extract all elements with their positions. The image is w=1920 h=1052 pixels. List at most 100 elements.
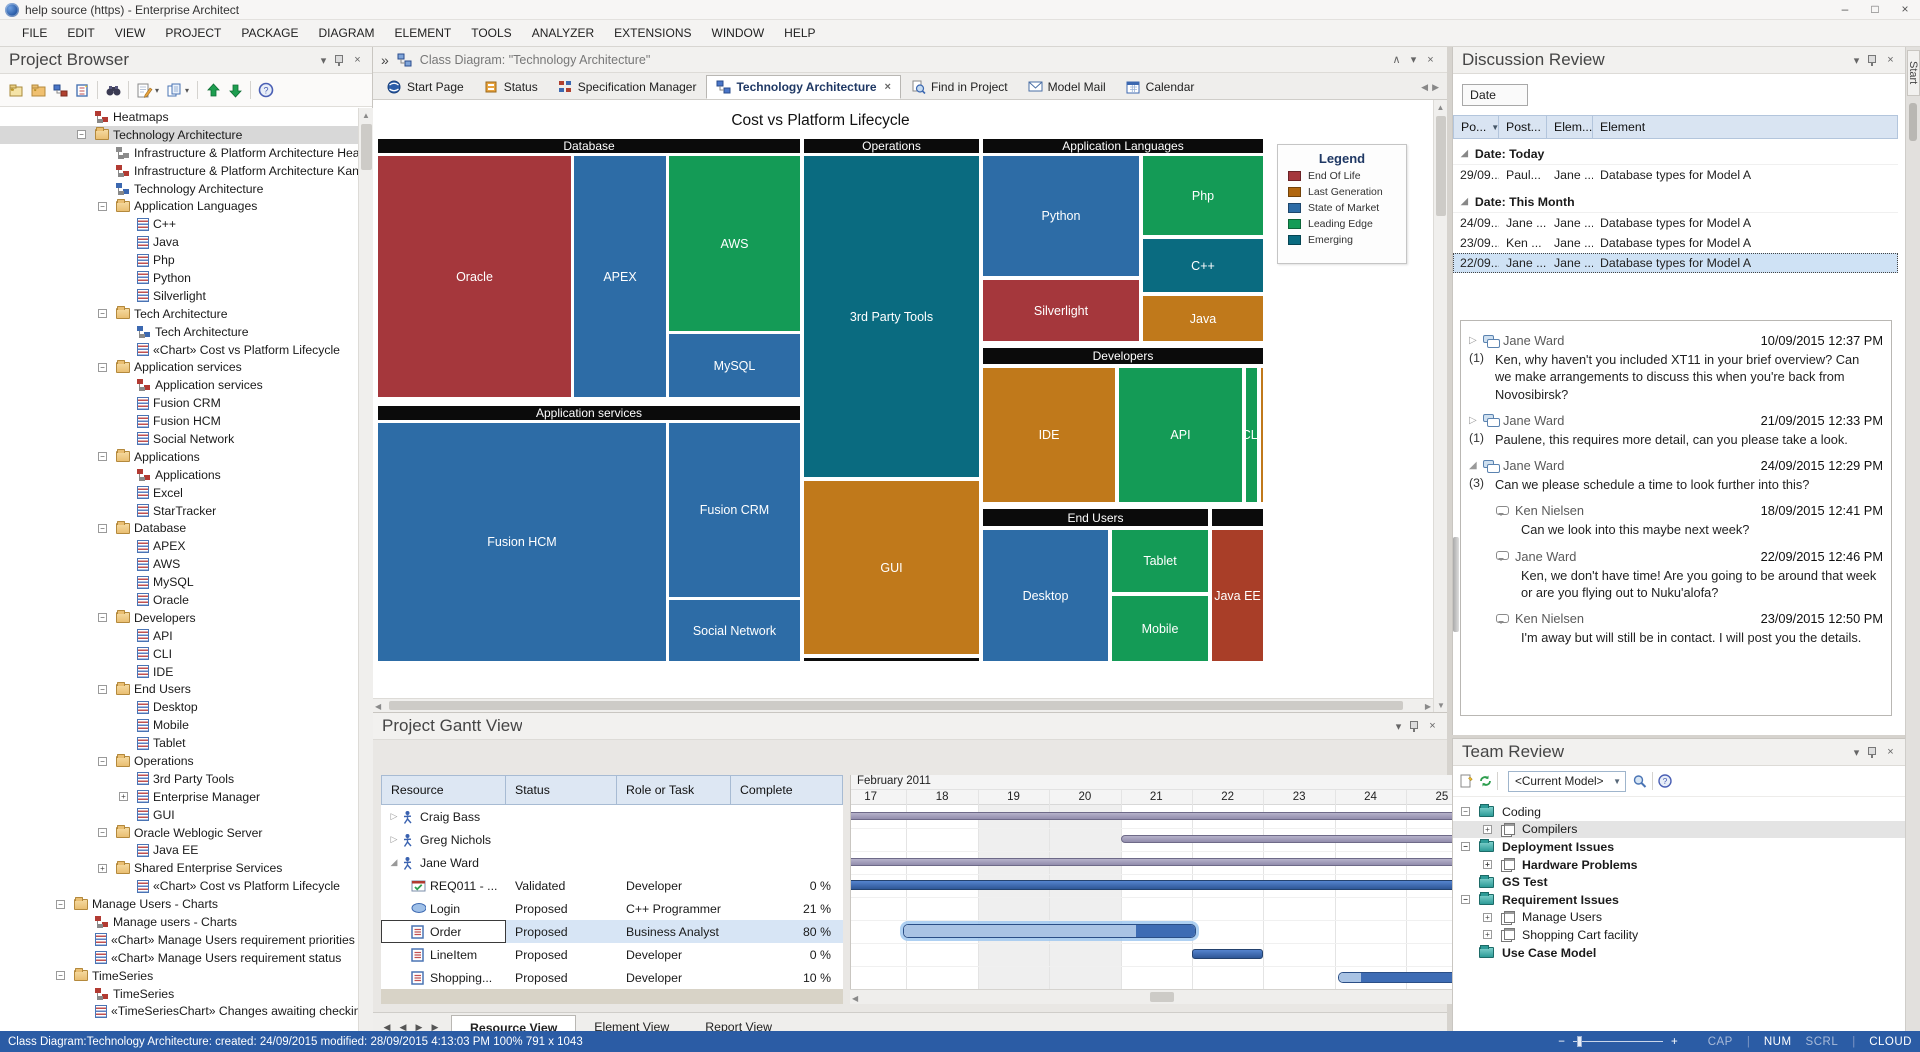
column-header-post[interactable]: Post...	[1499, 115, 1547, 139]
tree-item[interactable]: Social Network	[0, 430, 358, 448]
treemap-tile[interactable]: IDE	[982, 367, 1116, 503]
tree-item[interactable]: Infrastructure & Platform Architecture H…	[0, 144, 358, 162]
canvas-hscrollbar[interactable]: ◀ ▶	[373, 698, 1433, 712]
tree-item[interactable]: StarTracker	[0, 502, 358, 520]
tab-model-mail[interactable]: Model Mail	[1018, 75, 1116, 99]
cell-resource[interactable]: LineItem	[381, 943, 506, 966]
gantt-column-status[interactable]: Status	[506, 775, 617, 805]
menu-edit[interactable]: EDIT	[57, 21, 104, 45]
tree-item[interactable]: Fusion CRM	[0, 394, 358, 412]
gantt-bar-selected[interactable]	[903, 924, 1196, 938]
tree-item[interactable]: Tech Architecture	[0, 323, 358, 341]
tree-item[interactable]: Silverlight	[0, 287, 358, 305]
expander-minus-icon[interactable]: −	[98, 757, 116, 766]
chevron-down-icon[interactable]: ▾	[185, 86, 193, 95]
discussion-message[interactable]: Jane Ward22/09/2015 12:46 PMKen, we don'…	[1495, 549, 1883, 602]
maximize-button[interactable]: □	[1860, 0, 1890, 19]
binoculars-button[interactable]	[103, 80, 123, 100]
treemap-tile[interactable]: CLI	[1245, 367, 1258, 503]
panel-menu-icon[interactable]: ▾	[315, 54, 332, 67]
treemap-tile[interactable]: Social Network	[668, 599, 801, 662]
gantt-row[interactable]: OrderProposedBusiness Analyst80 %	[381, 920, 843, 943]
treemap-tile[interactable]: Mobile	[1111, 595, 1209, 662]
treemap-tile[interactable]: Python	[982, 155, 1140, 277]
panel-menu-icon[interactable]: ▾	[1405, 53, 1422, 66]
project-browser-scrollbar[interactable]: ▲ ▼	[358, 108, 373, 1040]
gantt-bar-summary[interactable]	[850, 812, 1536, 820]
panel-menu-icon[interactable]: ▾	[1848, 746, 1865, 759]
tree-item[interactable]: C++	[0, 215, 358, 233]
treemap-tile[interactable]: Java EE	[1211, 529, 1264, 662]
expander-minus-icon[interactable]: −	[77, 130, 95, 139]
toggle-scrl[interactable]: SCRL	[1806, 1036, 1839, 1048]
treemap-tile[interactable]: API	[1118, 367, 1243, 503]
pin-icon[interactable]	[332, 54, 349, 67]
treemap-tile[interactable]: Java	[1142, 295, 1264, 342]
tree-item[interactable]: Tablet	[0, 734, 358, 752]
treemap-tile[interactable]: 3rd Party Tools	[803, 155, 980, 478]
discussion-message[interactable]: Ken Nielsen18/09/2015 12:41 PMCan we loo…	[1495, 503, 1883, 538]
treemap-tile[interactable]: AWS	[668, 155, 801, 332]
tab-calendar[interactable]: Calendar	[1116, 75, 1205, 99]
cell-resource[interactable]: ▷Craig Bass	[381, 805, 506, 828]
team-tree-item[interactable]: +Hardware Problems	[1453, 856, 1905, 874]
tree-item[interactable]: TimeSeries	[0, 985, 358, 1003]
team-tree-item[interactable]: −Deployment Issues	[1453, 838, 1905, 856]
discussion-message[interactable]: ◢Jane Ward24/09/2015 12:29 PM(3)Can we p…	[1469, 458, 1883, 493]
close-icon[interactable]: ×	[1882, 746, 1899, 758]
tree-item[interactable]: APEX	[0, 537, 358, 555]
column-header-element[interactable]: Element	[1593, 115, 1898, 139]
expander-plus-icon[interactable]: +	[1483, 913, 1501, 922]
help-button[interactable]: ?	[256, 80, 276, 100]
pin-icon[interactable]	[1865, 54, 1882, 67]
tree-item[interactable]: +Enterprise Manager	[0, 788, 358, 806]
menu-window[interactable]: WINDOW	[702, 21, 775, 45]
expander-minus-icon[interactable]: −	[98, 363, 116, 372]
team-tree-item[interactable]: Use Case Model	[1453, 944, 1905, 962]
close-icon[interactable]: ×	[1422, 54, 1439, 66]
treemap-tile[interactable]: APEX	[573, 155, 667, 398]
tree-item[interactable]: −Technology Architecture	[0, 126, 358, 144]
zoom-slider[interactable]: − +	[1558, 1036, 1677, 1048]
gantt-column-complete[interactable]: Complete	[731, 775, 843, 805]
discussion-row[interactable]: 23/09...Ken ...Jane ...Database types fo…	[1453, 233, 1898, 253]
expander-plus-icon[interactable]: +	[1483, 825, 1501, 834]
gantt-column-resource[interactable]: Resource	[381, 775, 506, 805]
copy-doc-button[interactable]	[164, 80, 184, 100]
zoom-thumb[interactable]	[1577, 1036, 1582, 1047]
tab-technology-architecture[interactable]: Technology Architecture×	[706, 75, 900, 99]
menu-extensions[interactable]: EXTENSIONS	[604, 21, 701, 45]
tab-find-in-project[interactable]: Find in Project	[901, 75, 1018, 99]
expander-expanded-icon[interactable]: ◢	[1461, 148, 1468, 159]
tree-item[interactable]: −End Users	[0, 681, 358, 699]
column-header-elem[interactable]: Elem...	[1547, 115, 1593, 139]
cell-resource[interactable]: REQ011 - ...	[381, 874, 506, 897]
tree-item[interactable]: 3rd Party Tools	[0, 770, 358, 788]
expander-expanded-icon[interactable]: ◢	[387, 857, 401, 868]
tree-item[interactable]: «Chart» Cost vs Platform Lifecycle	[0, 341, 358, 359]
refresh-icon[interactable]	[1478, 774, 1493, 788]
chevrons-icon[interactable]: »	[381, 52, 389, 68]
new-element-button[interactable]	[72, 80, 92, 100]
model-selector[interactable]: <Current Model>▼	[1508, 771, 1626, 792]
tree-item[interactable]: −Database	[0, 519, 358, 537]
expander-minus-icon[interactable]: −	[1461, 895, 1479, 904]
tab-status[interactable]: Status	[474, 75, 548, 99]
discussion-message[interactable]: Ken Nielsen23/09/2015 12:50 PMI'm away b…	[1495, 611, 1883, 646]
menu-view[interactable]: VIEW	[105, 21, 156, 45]
close-button[interactable]: ×	[1890, 0, 1920, 19]
tree-item[interactable]: −Operations	[0, 752, 358, 770]
expander-collapsed-icon[interactable]: ▷	[387, 811, 401, 822]
gantt-row[interactable]: Shopping...ProposedDeveloper10 %	[381, 966, 843, 989]
tab-start-page[interactable]: Start Page	[377, 75, 474, 99]
discussion-row[interactable]: 22/09...Jane ...Jane ...Database types f…	[1453, 253, 1898, 273]
edge-scroll-thumb[interactable]	[1909, 103, 1917, 141]
discussion-group-header[interactable]: ◢Date: This Month	[1453, 191, 1898, 213]
cell-resource[interactable]: Login	[381, 897, 506, 920]
new-document-icon[interactable]	[1459, 774, 1474, 788]
discussion-row[interactable]: 24/09...Jane ...Jane ...Database types f…	[1453, 213, 1898, 233]
close-icon[interactable]: ×	[349, 54, 366, 66]
tree-item[interactable]: Heatmaps	[0, 108, 358, 126]
panel-menu-icon[interactable]: ▾	[1848, 54, 1865, 67]
treemap-tile[interactable]: Tablet	[1111, 529, 1209, 593]
